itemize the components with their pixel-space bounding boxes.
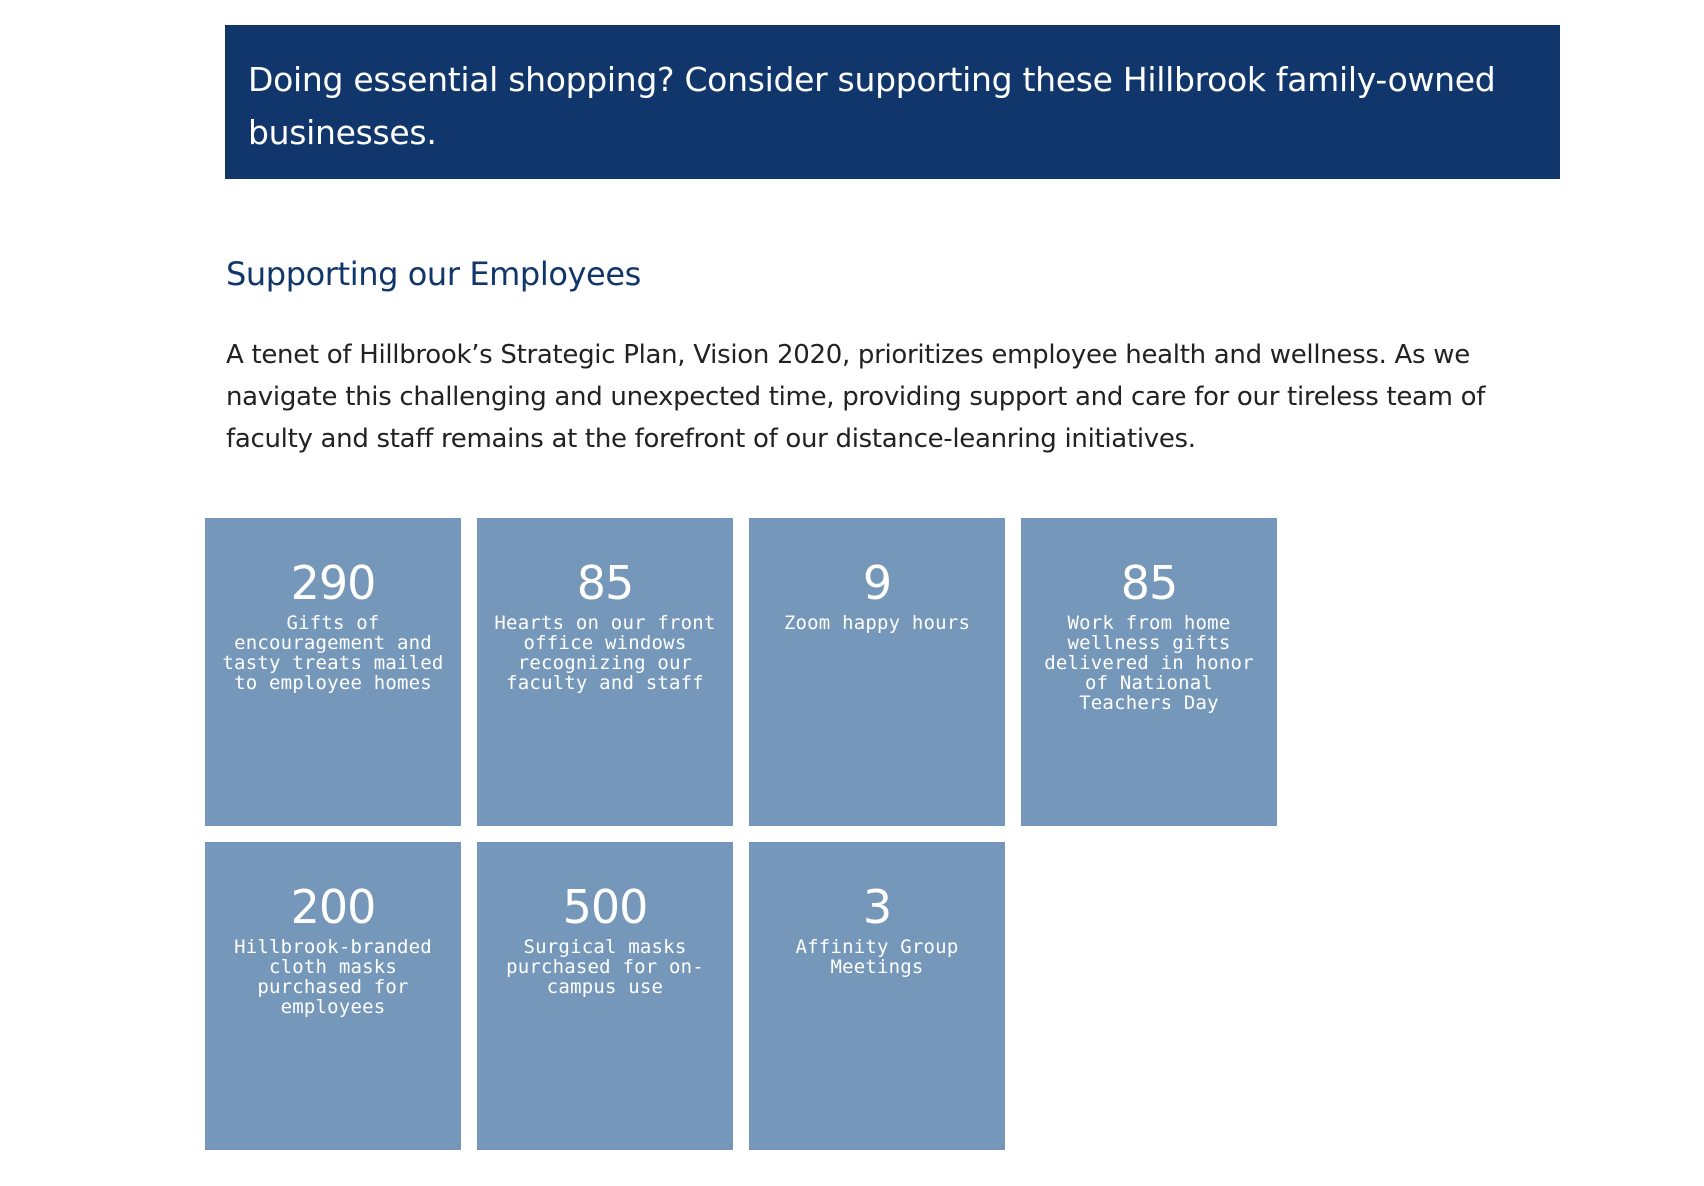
- stat-tile: 200 Hillbrook-branded cloth masks purcha…: [205, 842, 461, 1150]
- stat-tile: 9 Zoom happy hours: [749, 518, 1005, 826]
- stat-label: Zoom happy hours: [783, 612, 971, 634]
- stat-number: 200: [290, 880, 377, 934]
- stat-tile: 290 Gifts of encouragement and tasty tre…: [205, 518, 461, 826]
- stat-label: Hearts on our front office windows recog…: [494, 612, 716, 694]
- stat-number: 3: [862, 880, 892, 934]
- stat-number: 500: [562, 880, 649, 934]
- stat-tile: 500 Surgical masks purchased for on-camp…: [477, 842, 733, 1150]
- shopping-banner: Doing essential shopping? Consider suppo…: [225, 25, 1560, 179]
- stat-tile: 85 Hearts on our front office windows re…: [477, 518, 733, 826]
- stat-number: 290: [290, 556, 377, 610]
- stat-label: Surgical masks purchased for on-campus u…: [506, 936, 704, 998]
- stat-tile: 3 Affinity Group Meetings: [749, 842, 1005, 1150]
- intro-paragraph: A tenet of Hillbrook’s Strategic Plan, V…: [226, 340, 1486, 454]
- stat-label: Affinity Group Meetings: [795, 936, 959, 978]
- stat-number: 9: [862, 556, 892, 610]
- stat-label: Hillbrook-branded cloth masks purchased …: [234, 936, 432, 1018]
- stat-number: 85: [1120, 556, 1179, 610]
- stat-tile: 85 Work from home wellness gifts deliver…: [1021, 518, 1277, 826]
- banner-text: Doing essential shopping? Consider suppo…: [248, 60, 1496, 152]
- stat-label: Gifts of encouragement and tasty treats …: [222, 612, 444, 694]
- section-title: Supporting our Employees: [226, 255, 641, 293]
- stat-number: 85: [576, 556, 635, 610]
- stat-label: Work from home wellness gifts delivered …: [1044, 612, 1254, 714]
